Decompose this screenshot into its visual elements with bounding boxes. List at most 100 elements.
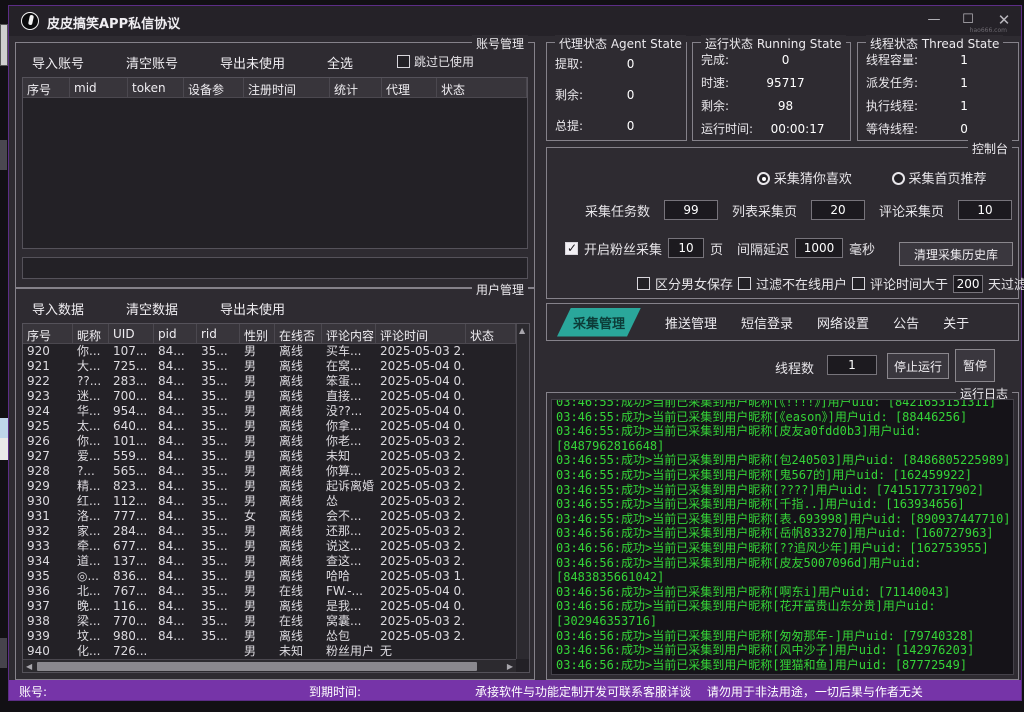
radio-collect-guess[interactable]: 采集猜你喜欢 (757, 172, 856, 186)
table-row[interactable]: 932家...284...84...35...男离线还那...2025-05-0… (23, 524, 516, 539)
column-header[interactable]: 状态 (466, 324, 516, 343)
table-cell: 84... (154, 434, 197, 449)
skip-used-checkbox-box[interactable] (397, 55, 410, 68)
column-header[interactable]: mid (70, 78, 128, 97)
table-row[interactable]: 925太...640...84...35...男离线你拿...2025-05-0… (23, 419, 516, 434)
tab-3[interactable]: 短信登录 (741, 313, 793, 332)
user-table[interactable]: 序号昵称UIDpidrid性别在线否评论内容评论时间状态 920你...107.… (22, 323, 530, 673)
fans-pages-input[interactable] (668, 238, 704, 258)
table-row[interactable]: 935◎...836...84...35...男离线哈哈2025-05-03 1… (23, 569, 516, 584)
table-cell: 700... (109, 389, 154, 404)
stop-run-button[interactable]: 停止运行 (887, 353, 949, 379)
table-cell (466, 644, 516, 659)
table-row[interactable]: 923迷...700...84...35...男离线直接...2025-05-0… (23, 389, 516, 404)
table-cell: 565... (109, 464, 154, 479)
radio-collect-home[interactable]: 采集首页推荐 (892, 172, 987, 186)
column-header[interactable]: 代理 (382, 78, 437, 97)
table-row[interactable]: 938梁...770...84...35...男在线窝囊...2025-05-0… (23, 614, 516, 629)
delay-input[interactable] (795, 238, 843, 258)
log-area[interactable]: 03:46:55:成功>当前已采集到用户昵称[《!!!!》]用户uid: [84… (551, 399, 1014, 675)
column-header[interactable]: 性别 (240, 324, 275, 343)
scroll-up-icon[interactable]: ▲ (519, 326, 525, 335)
table-row[interactable]: 936北...767...84...35...男在线FW.-...2025-05… (23, 584, 516, 599)
table-row[interactable]: 931洛...777...84...35...女离线会不...2025-05-0… (23, 509, 516, 524)
agent-state-label: 代理状态 Agent State (555, 35, 686, 52)
table-row[interactable]: 922??...283...84...35...男离线笨蛋...2025-05-… (23, 374, 516, 389)
thread-count-input[interactable] (827, 355, 877, 375)
account-status-strip[interactable] (22, 257, 528, 279)
table-cell: ??... (73, 374, 109, 389)
export-unused-data-button[interactable]: 导出未使用 (220, 299, 285, 318)
clear-accounts-button[interactable]: 清空账号 (126, 53, 178, 72)
table-cell: 男 (240, 449, 275, 464)
filter-offline-users-checkbox[interactable] (738, 277, 751, 290)
horizontal-scroll-thumb[interactable] (37, 662, 477, 671)
table-cell: 在线 (275, 584, 322, 599)
table-row[interactable]: 930红...112...84...35...男离线怂2025-05-03 2.… (23, 494, 516, 509)
tab-6[interactable]: 关于 (943, 313, 969, 332)
vertical-scrollbar[interactable]: ▲ (516, 324, 529, 659)
table-row[interactable]: 929精...823...84...35...男离线起诉离婚2025-05-03… (23, 479, 516, 494)
column-header[interactable]: 注册时间 (244, 78, 330, 97)
pause-button[interactable]: 暂停 (955, 349, 995, 382)
column-header[interactable]: rid (197, 324, 240, 343)
comment-time-filter-checkbox[interactable] (852, 277, 865, 290)
fans-collect-label: 开启粉丝采集 (584, 239, 662, 258)
table-row[interactable]: 940化...726...男未知粉丝用户无 (23, 644, 516, 659)
column-header[interactable]: 序号 (23, 324, 73, 343)
table-row[interactable]: 934道...137...84...35...男离线查这...2025-05-0… (23, 554, 516, 569)
radio-unselected-icon[interactable] (892, 172, 905, 185)
account-table-header: 序号midtoken设备参注册时间统计代理状态 (23, 78, 527, 98)
table-row[interactable]: 928?...565...84...35...男离线你算...2025-05-0… (23, 464, 516, 479)
scroll-left-icon[interactable]: ◀ (26, 662, 32, 671)
state-label: 运行时间: (701, 120, 753, 137)
table-row[interactable]: 921大...725...84...35...男离线在窝...2025-05-0… (23, 359, 516, 374)
table-cell: 离线 (275, 629, 322, 644)
column-header[interactable]: 设备参 (184, 78, 244, 97)
table-cell: 2025-05-03 2... (376, 464, 466, 479)
column-header[interactable]: 序号 (23, 78, 70, 97)
column-header[interactable]: UID (109, 324, 154, 343)
scroll-right-icon[interactable]: ▶ (507, 662, 513, 671)
table-row[interactable]: 924华...954...84...35...男离线没??...2025-05-… (23, 404, 516, 419)
column-header[interactable]: pid (154, 324, 197, 343)
tab-4[interactable]: 网络设置 (817, 313, 869, 332)
table-cell: 35... (197, 464, 240, 479)
tab-5[interactable]: 公告 (893, 313, 919, 332)
fans-collect-checkbox[interactable] (565, 242, 578, 255)
table-row[interactable]: 926你...101...84...35...男离线你老...2025-05-0… (23, 434, 516, 449)
import-data-button[interactable]: 导入数据 (32, 299, 84, 318)
split-gender-save-checkbox[interactable] (637, 277, 650, 290)
column-header[interactable]: token (128, 78, 184, 97)
import-accounts-button[interactable]: 导入账号 (32, 53, 84, 72)
table-row[interactable]: 933牵...677...84...35...男离线说这...2025-05-0… (23, 539, 516, 554)
export-unused-accounts-button[interactable]: 导出未使用 (220, 53, 285, 72)
horizontal-scrollbar[interactable]: ◀ ▶ (23, 659, 516, 672)
list-collect-pages-input[interactable] (811, 200, 865, 220)
skip-used-checkbox[interactable]: 跳过已使用 (397, 53, 474, 70)
radio-selected-icon[interactable] (757, 172, 770, 185)
table-row[interactable]: 920你...107...84...35...男离线买车...2025-05-0… (23, 344, 516, 359)
column-header[interactable]: 状态 (437, 78, 527, 97)
fans-pages-unit: 页 (710, 239, 723, 258)
column-header[interactable]: 评论时间 (376, 324, 466, 343)
clear-data-button[interactable]: 清空数据 (126, 299, 178, 318)
select-all-button[interactable]: 全选 (327, 53, 353, 72)
table-row[interactable]: 939坟...980...84...35...男离线怂包2025-05-03 2… (23, 629, 516, 644)
table-row[interactable]: 927爱...559...84...35...男离线未知2025-05-03 2… (23, 449, 516, 464)
minimize-button[interactable]: — (919, 10, 949, 30)
column-header[interactable]: 昵称 (73, 324, 109, 343)
tab-2[interactable]: 推送管理 (665, 313, 717, 332)
column-header[interactable]: 评论内容 (322, 324, 376, 343)
table-row[interactable]: 937晚...116...84...35...男离线是我...2025-05-0… (23, 599, 516, 614)
clear-history-button[interactable]: 清理采集历史库 (899, 242, 1013, 266)
collect-task-count-input[interactable] (664, 200, 718, 220)
comment-time-filter-input[interactable] (953, 275, 983, 293)
tab-1[interactable]: 采集管理 (557, 308, 641, 337)
column-header[interactable]: 统计 (330, 78, 382, 97)
comment-collect-pages-input[interactable] (958, 200, 1012, 220)
table-cell: 离线 (275, 404, 322, 419)
title-bar[interactable]: 皮皮搞笑APP私信协议 — ☐ ✕ hao666.com (9, 6, 1021, 36)
column-header[interactable]: 在线否 (275, 324, 322, 343)
account-table[interactable]: 序号midtoken设备参注册时间统计代理状态 (22, 77, 528, 249)
